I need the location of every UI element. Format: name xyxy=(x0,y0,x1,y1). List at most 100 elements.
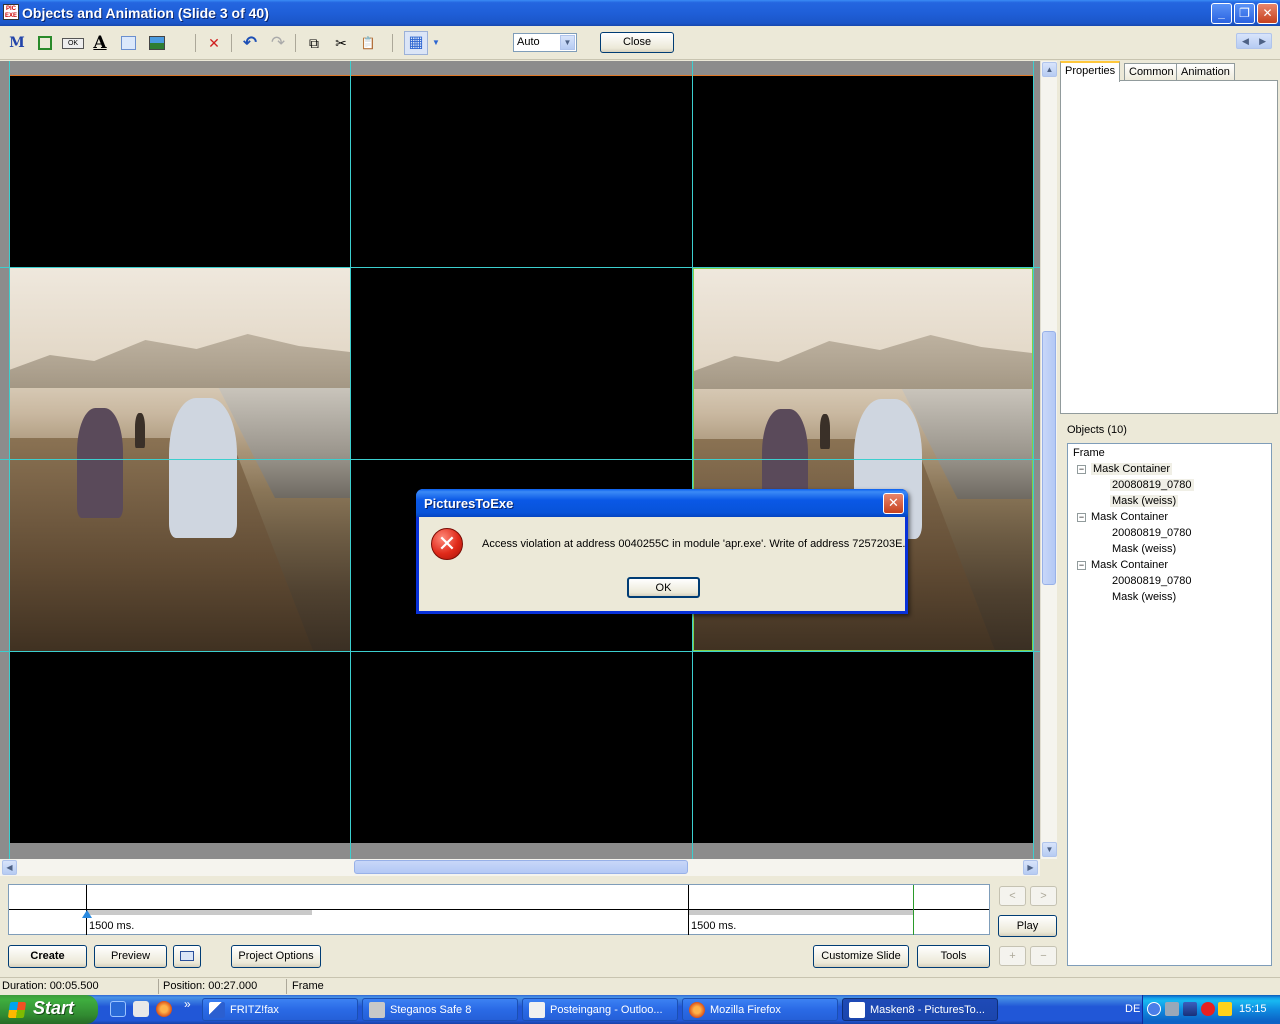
fax-icon xyxy=(209,1002,225,1018)
grid-icon[interactable]: ▦ xyxy=(404,31,428,55)
scroll-down-icon[interactable]: ▼ xyxy=(1042,842,1057,857)
safe-icon xyxy=(369,1002,385,1018)
chevron-down-icon[interactable]: ▼ xyxy=(560,35,575,50)
taskbar: Start » FRITZ!fax Steganos Safe 8 Postei… xyxy=(0,995,1280,1024)
play-button[interactable]: Play xyxy=(998,915,1057,937)
cut-icon[interactable]: ✂ xyxy=(331,33,351,53)
task-steganos[interactable]: Steganos Safe 8 xyxy=(362,998,518,1021)
toolbar-separator xyxy=(231,34,232,52)
redo-icon[interactable]: ↷ xyxy=(268,33,288,53)
screen-button[interactable] xyxy=(173,945,201,968)
tree-item-image[interactable]: 20080819_0780 xyxy=(1112,527,1192,539)
task-outlook[interactable]: Posteingang - Outloo... xyxy=(522,998,678,1021)
playhead-icon[interactable] xyxy=(82,910,92,918)
tree-item-mask[interactable]: Mask (weiss) xyxy=(1112,591,1176,603)
timeline-next-button[interactable]: > xyxy=(1030,886,1057,906)
grid-line xyxy=(692,61,693,859)
toolbar-separator xyxy=(295,34,296,52)
messenger-icon[interactable] xyxy=(1218,1002,1232,1016)
tree-item-mask-container[interactable]: Mask Container xyxy=(1091,511,1168,523)
timeline[interactable]: 1500 ms. 1500 ms. xyxy=(8,884,990,935)
image-icon[interactable] xyxy=(146,33,166,53)
close-window-button[interactable]: ✕ xyxy=(1257,3,1278,24)
undo-icon[interactable]: ↶ xyxy=(240,33,260,53)
paste-icon[interactable]: 📋 xyxy=(358,33,378,53)
button-icon[interactable]: OK xyxy=(62,33,84,53)
tree-item-mask-container[interactable]: Mask Container xyxy=(1091,463,1173,475)
zoom-select[interactable]: Auto ▼ xyxy=(513,33,577,52)
vertical-scrollbar[interactable]: ▲ ▼ xyxy=(1040,61,1057,859)
more-quicklaunch-icon[interactable]: » xyxy=(184,997,191,1011)
tree-item-mask-container[interactable]: Mask Container xyxy=(1091,559,1168,571)
antivirus-icon[interactable] xyxy=(1183,1002,1197,1016)
delete-icon[interactable]: ✕ xyxy=(204,33,224,53)
restore-button[interactable]: ❐ xyxy=(1234,3,1255,24)
mask-icon[interactable]: M xyxy=(7,33,27,53)
tools-button[interactable]: Tools xyxy=(917,945,990,968)
tab-animation[interactable]: Animation xyxy=(1176,63,1235,81)
show-desktop-icon[interactable] xyxy=(110,1001,126,1017)
add-keyframe-button[interactable]: + xyxy=(999,946,1026,966)
transition-bar[interactable] xyxy=(689,910,914,915)
scroll-left-icon[interactable]: ◀ xyxy=(2,860,17,875)
tree-item-image[interactable]: 20080819_0780 xyxy=(1110,479,1194,491)
transition-bar[interactable] xyxy=(87,910,312,915)
status-bar: Duration: 00:05.500 Position: 00:27.000 … xyxy=(0,977,1280,995)
window-titlebar[interactable]: PIC EXE Objects and Animation (Slide 3 o… xyxy=(0,0,1280,26)
create-button[interactable]: Create xyxy=(8,945,87,968)
minimize-button[interactable]: _ xyxy=(1211,3,1232,24)
tab-common[interactable]: Common xyxy=(1124,63,1179,81)
text-icon[interactable]: A xyxy=(90,33,110,53)
firefox-icon xyxy=(689,1002,705,1018)
timeline-prev-button[interactable]: < xyxy=(999,886,1026,906)
scroll-right-icon[interactable]: ▶ xyxy=(1023,860,1038,875)
objects-tree[interactable]: Frame − Mask Container 20080819_0780 Mas… xyxy=(1067,443,1272,966)
prev-slide-icon[interactable]: ◀ xyxy=(1242,36,1249,47)
tree-item-mask[interactable]: Mask (weiss) xyxy=(1112,543,1176,555)
collapse-icon[interactable]: − xyxy=(1077,465,1086,474)
copy-icon[interactable]: ⧉ xyxy=(304,33,324,53)
horizontal-scrollbar[interactable]: ◀ ▶ xyxy=(0,859,1040,876)
grid-dropdown-icon[interactable]: ▼ xyxy=(430,33,442,53)
next-slide-icon[interactable]: ▶ xyxy=(1259,36,1266,47)
tree-item-mask[interactable]: Mask (weiss) xyxy=(1110,495,1179,507)
network-icon[interactable] xyxy=(1165,1002,1179,1016)
collapse-icon[interactable]: − xyxy=(1077,561,1086,570)
tray-expand-icon[interactable] xyxy=(1147,1002,1161,1016)
window-title: Objects and Animation (Slide 3 of 40) xyxy=(22,5,269,21)
tree-item-image[interactable]: 20080819_0780 xyxy=(1112,575,1192,587)
ok-button[interactable]: OK xyxy=(627,577,700,598)
start-button[interactable]: Start xyxy=(0,995,98,1024)
vertical-scroll-thumb[interactable] xyxy=(1042,331,1056,585)
task-label: FRITZ!fax xyxy=(230,1004,279,1016)
dialog-close-button[interactable]: ✕ xyxy=(883,493,904,514)
timeline-end-marker[interactable] xyxy=(913,885,914,935)
frame-icon[interactable] xyxy=(35,33,55,53)
firefox-quicklaunch-icon[interactable] xyxy=(156,1001,172,1017)
tree-item-frame[interactable]: Frame xyxy=(1073,447,1105,459)
status-position: Position: 00:27.000 xyxy=(163,980,258,992)
task-fritzfax[interactable]: FRITZ!fax xyxy=(202,998,358,1021)
status-duration: Duration: 00:05.500 xyxy=(2,980,99,992)
remove-keyframe-button[interactable]: − xyxy=(1030,946,1057,966)
customize-slide-button[interactable]: Customize Slide xyxy=(813,945,909,968)
error-dialog: PicturesToExe ✕ ✕ Access violation at ad… xyxy=(416,489,908,614)
horizontal-scroll-thumb[interactable] xyxy=(354,860,688,874)
slide-canvas[interactable] xyxy=(0,61,1040,859)
dialog-titlebar[interactable]: PicturesToExe ✕ xyxy=(416,489,908,517)
grid-line xyxy=(350,61,351,859)
preview-button[interactable]: Preview xyxy=(94,945,167,968)
outlook-quicklaunch-icon[interactable] xyxy=(133,1001,149,1017)
task-picturestoexe[interactable]: Masken8 - PicturesTo... xyxy=(842,998,998,1021)
close-button[interactable]: Close xyxy=(600,32,674,53)
project-options-button[interactable]: Project Options xyxy=(231,945,321,968)
task-firefox[interactable]: Mozilla Firefox xyxy=(682,998,838,1021)
zoom-value: Auto xyxy=(517,36,540,48)
timeline-marker[interactable] xyxy=(688,885,689,935)
collapse-icon[interactable]: − xyxy=(1077,513,1086,522)
tab-properties[interactable]: Properties xyxy=(1060,61,1121,82)
rectangle-icon[interactable] xyxy=(118,33,138,53)
scroll-up-icon[interactable]: ▲ xyxy=(1042,62,1057,77)
language-indicator[interactable]: DE xyxy=(1125,1003,1140,1015)
alert-icon[interactable] xyxy=(1201,1002,1215,1016)
